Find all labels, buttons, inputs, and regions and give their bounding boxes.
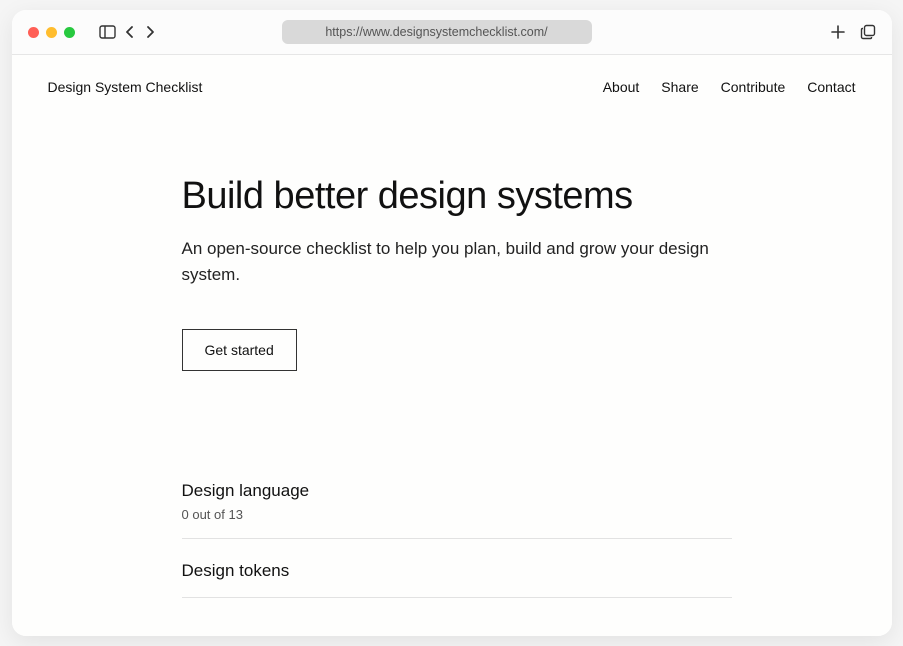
site-title[interactable]: Design System Checklist [48,79,203,95]
section-design-language[interactable]: Design language 0 out of 13 [182,481,732,539]
section-progress: 0 out of 13 [182,507,732,522]
back-icon[interactable] [124,25,136,39]
nav-contact[interactable]: Contact [807,79,855,95]
window-controls [28,27,75,38]
minimize-window-button[interactable] [46,27,57,38]
content-fade [48,620,856,636]
browser-window: https://www.designsystemchecklist.com/ D… [12,10,892,636]
section-design-tokens[interactable]: Design tokens [182,561,732,598]
site-nav: About Share Contribute Contact [603,79,856,95]
new-tab-icon[interactable] [830,24,846,40]
checklist-sections: Design language 0 out of 13 Design token… [172,481,732,598]
forward-icon[interactable] [144,25,156,39]
site-header: Design System Checklist About Share Cont… [48,79,856,95]
browser-nav-controls [99,25,156,39]
page-content: Design System Checklist About Share Cont… [12,55,892,636]
close-window-button[interactable] [28,27,39,38]
get-started-button[interactable]: Get started [182,329,297,371]
hero-subtitle: An open-source checklist to help you pla… [182,236,732,287]
hero-title: Build better design systems [182,175,732,218]
maximize-window-button[interactable] [64,27,75,38]
nav-about[interactable]: About [603,79,640,95]
sidebar-toggle-icon[interactable] [99,25,116,39]
hero: Build better design systems An open-sour… [172,175,732,371]
browser-chrome: https://www.designsystemchecklist.com/ [12,10,892,54]
nav-share[interactable]: Share [661,79,698,95]
nav-contribute[interactable]: Contribute [721,79,786,95]
tabs-overview-icon[interactable] [860,24,876,40]
section-title: Design tokens [182,561,732,581]
section-title: Design language [182,481,732,501]
url-bar[interactable]: https://www.designsystemchecklist.com/ [282,20,592,44]
browser-right-controls [830,24,876,40]
